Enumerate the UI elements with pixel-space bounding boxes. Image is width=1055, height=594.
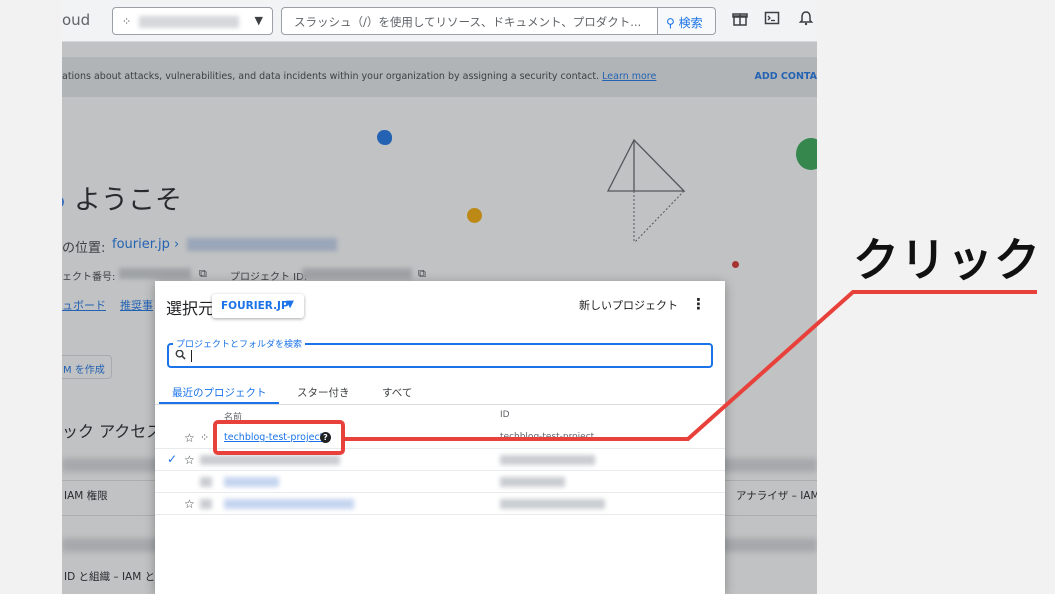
annotation-arrow-line bbox=[345, 290, 1037, 441]
annotation-click-label: クリック bbox=[853, 233, 1041, 287]
screenshot-stage: oud ⁘ ▼ スラッシュ（/）を使用してリソース、ドキュメント、プロダクト..… bbox=[0, 0, 1055, 594]
